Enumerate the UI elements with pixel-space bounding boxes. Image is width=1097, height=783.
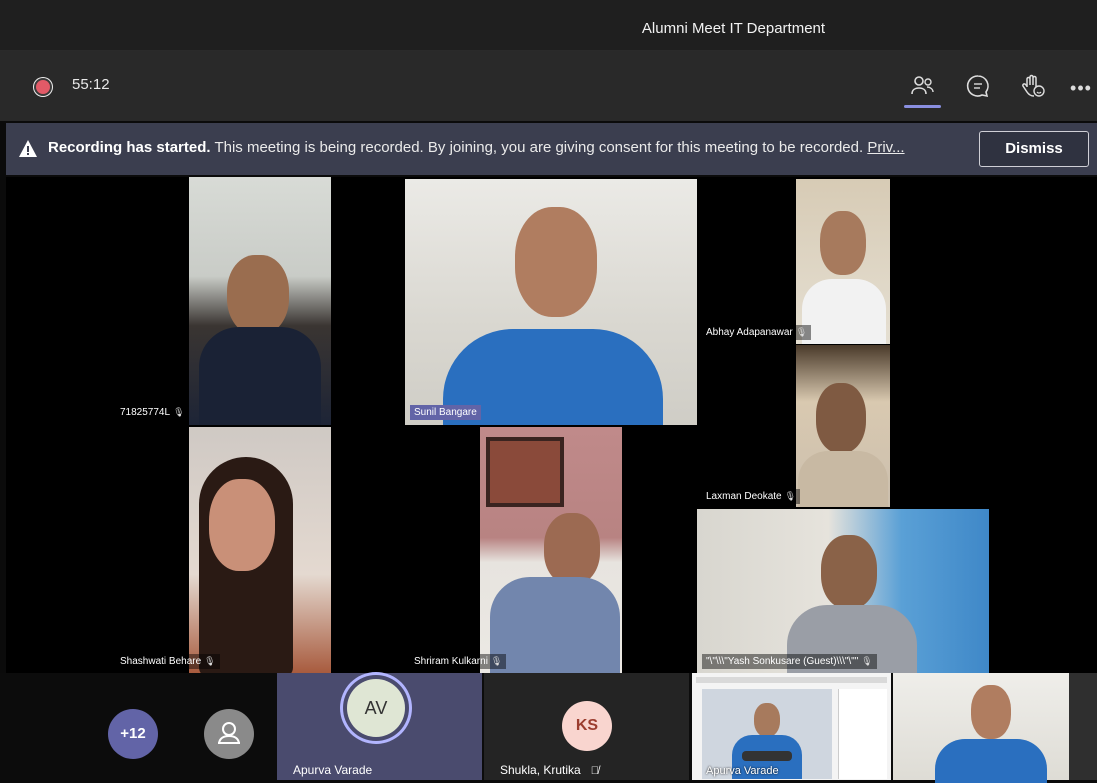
mic-off-icon: 🎙 — [490, 656, 503, 666]
video-tile-3[interactable] — [796, 179, 890, 344]
banner-text: Recording has started. This meeting is b… — [48, 139, 905, 156]
participant-name-1: 71825774L 🎙 — [116, 405, 189, 420]
share-overlay-name: Apurva Varade — [706, 765, 779, 777]
more-icon[interactable]: ••• — [1066, 73, 1096, 103]
browser-toolbar — [696, 677, 887, 683]
participant-tile-ks[interactable]: KS Shukla, Krutika 🎙̸ — [484, 673, 689, 780]
video-tile-6[interactable] — [480, 427, 622, 673]
person-silhouette — [227, 255, 289, 335]
avatar: KS — [562, 701, 612, 751]
person-body — [798, 451, 888, 507]
participant-name-4: Laxman Deokate 🎙 — [702, 489, 801, 504]
recording-banner: Recording has started. This meeting is b… — [6, 123, 1097, 175]
banner-message: This meeting is being recorded. By joini… — [214, 139, 864, 156]
participant-strip: +12 AV Apurva Varade KS Shukla, Krutika 🎙… — [0, 673, 1097, 783]
people-tab-active-indicator — [904, 105, 941, 108]
participant-name-7: "\"\\\"Yash Sonkusare (Guest)\\\"\"" 🎙 — [702, 654, 877, 669]
person-body — [802, 279, 886, 344]
mic-off-icon: 🎙 — [784, 491, 797, 501]
person-silhouette — [820, 211, 866, 275]
privacy-link[interactable]: Priv... — [867, 139, 904, 156]
mic-off-icon: 🎙 — [861, 656, 873, 666]
participant-tile-av[interactable]: AV Apurva Varade — [277, 673, 482, 780]
video-tile-4[interactable] — [796, 345, 890, 507]
title-bar: Alumni Meet IT Department — [0, 0, 1097, 51]
mic-off-icon: 🎙̸ — [590, 765, 599, 777]
video-gallery: 71825774L 🎙 Sunil Bangare Abhay Adapanawa… — [6, 177, 1097, 673]
self-view-tile[interactable] — [893, 673, 1097, 783]
participant-name-3: Abhay Adapanawar 🎙 — [702, 325, 812, 340]
people-icon[interactable] — [908, 73, 938, 103]
video-tile-2[interactable] — [405, 179, 697, 425]
screen-share-preview[interactable]: Apurva Varade — [692, 673, 891, 780]
window-frame — [1069, 673, 1097, 780]
video-tile-1[interactable] — [189, 177, 331, 425]
add-people-button[interactable] — [204, 709, 254, 759]
meeting-title: Alumni Meet IT Department — [641, 20, 826, 37]
mic-off-icon: 🎙 — [173, 407, 185, 417]
mic-off-icon: 🎙 — [795, 327, 808, 337]
participant-name-2: Sunil Bangare — [410, 405, 481, 420]
dismiss-button[interactable]: Dismiss — [979, 131, 1089, 167]
participant-name-av: Apurva Varade — [293, 763, 373, 777]
participant-name-ks: Shukla, Krutika 🎙̸ — [500, 763, 599, 777]
person-body — [935, 739, 1047, 783]
person-icon — [218, 722, 240, 744]
person-silhouette — [821, 535, 877, 609]
chat-icon[interactable] — [963, 73, 993, 103]
banner-heading: Recording has started. — [48, 139, 211, 156]
person-silhouette — [816, 383, 866, 453]
person-silhouette — [971, 685, 1011, 739]
person-body — [199, 327, 321, 425]
person-silhouette — [515, 207, 597, 317]
overflow-participants-button[interactable]: +12 — [108, 709, 158, 759]
person-silhouette — [209, 479, 275, 571]
meeting-toolbar: 55:12 ••• — [0, 51, 1097, 121]
person-body — [490, 577, 620, 673]
warning-icon — [19, 140, 37, 157]
video-tile-5[interactable] — [189, 427, 331, 673]
avatar: AV — [347, 679, 405, 737]
raise-hand-icon[interactable] — [1018, 73, 1048, 103]
participant-name-5: Shashwati Behare 🎙 — [116, 654, 220, 669]
participant-name-6: Shriram Kulkarni 🎙 — [410, 654, 507, 669]
side-panel — [838, 689, 887, 779]
meeting-timer: 55:12 — [72, 76, 110, 93]
person-silhouette — [544, 513, 600, 585]
wall-painting — [486, 437, 564, 507]
video-tile-7[interactable] — [697, 509, 989, 673]
mic-off-icon: 🎙 — [204, 656, 216, 666]
recording-icon — [36, 80, 50, 94]
